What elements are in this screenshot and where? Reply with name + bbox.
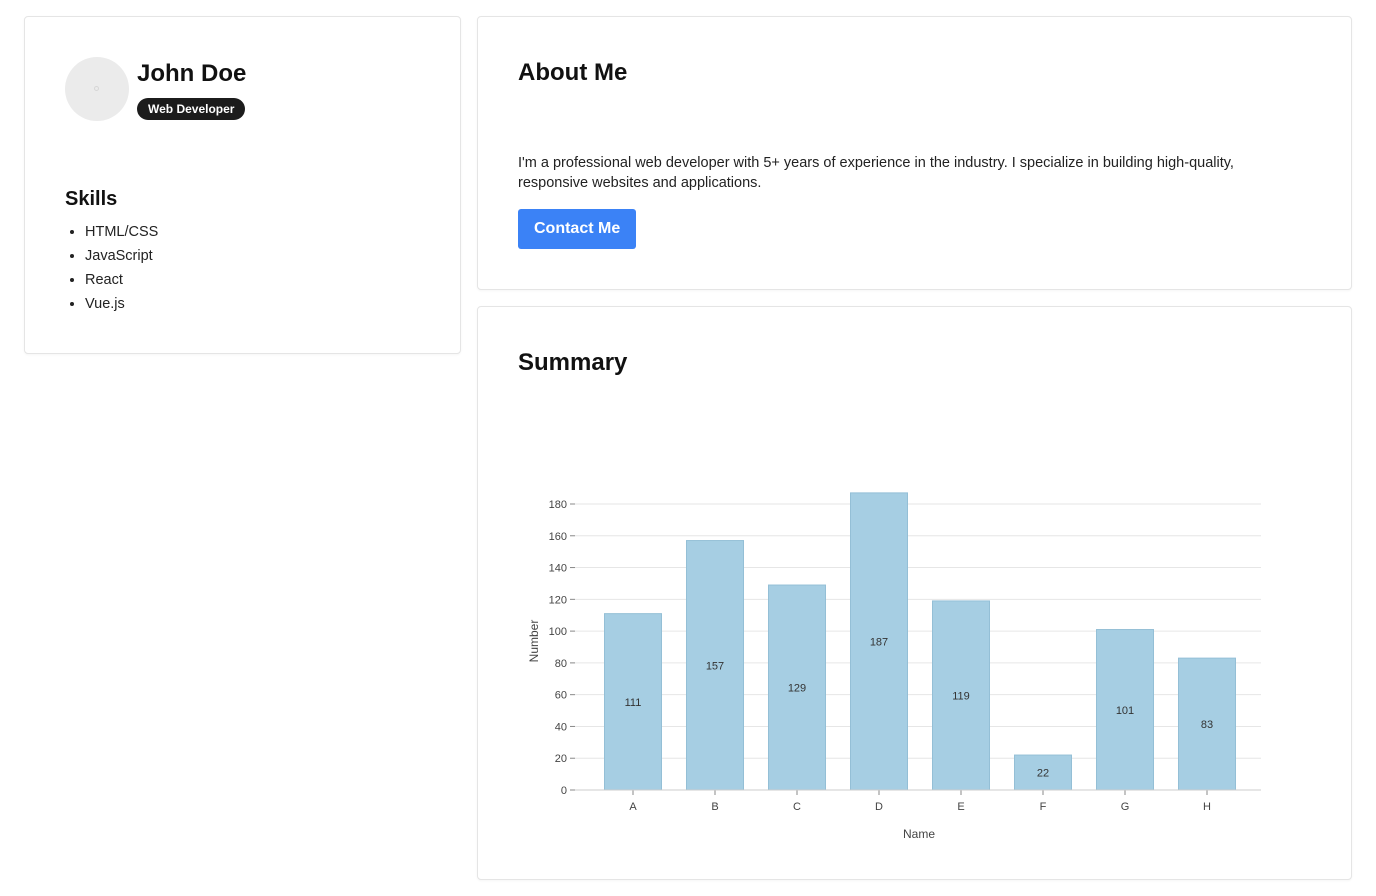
- y-axis-title: Number: [527, 620, 541, 663]
- skill-item: HTML/CSS: [85, 220, 158, 244]
- x-tick-label: E: [957, 801, 964, 813]
- x-tick-label: G: [1121, 801, 1130, 813]
- skill-item: Vue.js: [85, 292, 158, 316]
- about-text: I'm a professional web developer with 5+…: [518, 155, 1234, 191]
- bar-data-label: 129: [788, 683, 806, 695]
- bar-data-label: 83: [1201, 719, 1213, 731]
- skill-item: React: [85, 268, 158, 292]
- x-tick-label: D: [875, 801, 883, 813]
- summary-card: Summary 0 20 40 60 80 100 120 140 160 180 111 A 157 B…: [477, 306, 1352, 880]
- y-tick-label: 60: [555, 690, 567, 702]
- y-tick-label: 0: [561, 785, 567, 797]
- y-tick-label: 80: [555, 658, 567, 670]
- bar-data-label: 119: [952, 690, 970, 702]
- y-tick-label: 100: [549, 626, 567, 638]
- bar-data-label: 111: [625, 697, 642, 709]
- avatar: [65, 57, 129, 121]
- bar-data-label: 22: [1037, 768, 1049, 780]
- about-card: About Me I'm a professional web develope…: [477, 16, 1352, 290]
- profile-name: John Doe: [137, 60, 247, 87]
- y-tick-label: 160: [549, 531, 567, 543]
- x-tick-label: H: [1203, 801, 1211, 813]
- skill-item: JavaScript: [85, 244, 158, 268]
- y-tick-label: 20: [555, 753, 567, 765]
- bar-data-label: 187: [870, 636, 888, 648]
- contact-button[interactable]: Contact Me: [518, 209, 637, 249]
- y-tick-label: 40: [555, 721, 567, 733]
- about-heading: About Me: [518, 59, 628, 86]
- y-tick-label: 140: [549, 563, 567, 575]
- skills-list: HTML/CSS JavaScript React Vue.js: [65, 220, 158, 316]
- x-axis-title: Name: [903, 827, 935, 841]
- avatar-placeholder-icon: [94, 86, 99, 91]
- x-tick-label: A: [629, 801, 637, 813]
- profile-card: John Doe Web Developer Skills HTML/CSS J…: [24, 16, 461, 354]
- skills-heading: Skills: [65, 188, 118, 210]
- bar-data-label: 101: [1116, 705, 1134, 717]
- summary-bar-chart: 0 20 40 60 80 100 120 140 160 180 111 A 157 B 129 C 187 D…: [527, 492, 1261, 841]
- x-tick-label: F: [1040, 801, 1047, 813]
- y-tick-label: 180: [549, 499, 567, 511]
- y-tick-label: 120: [549, 594, 567, 606]
- bar-data-label: 157: [706, 660, 724, 672]
- x-tick-label: C: [793, 801, 801, 813]
- x-tick-label: B: [711, 801, 718, 813]
- role-badge: Web Developer: [137, 98, 246, 120]
